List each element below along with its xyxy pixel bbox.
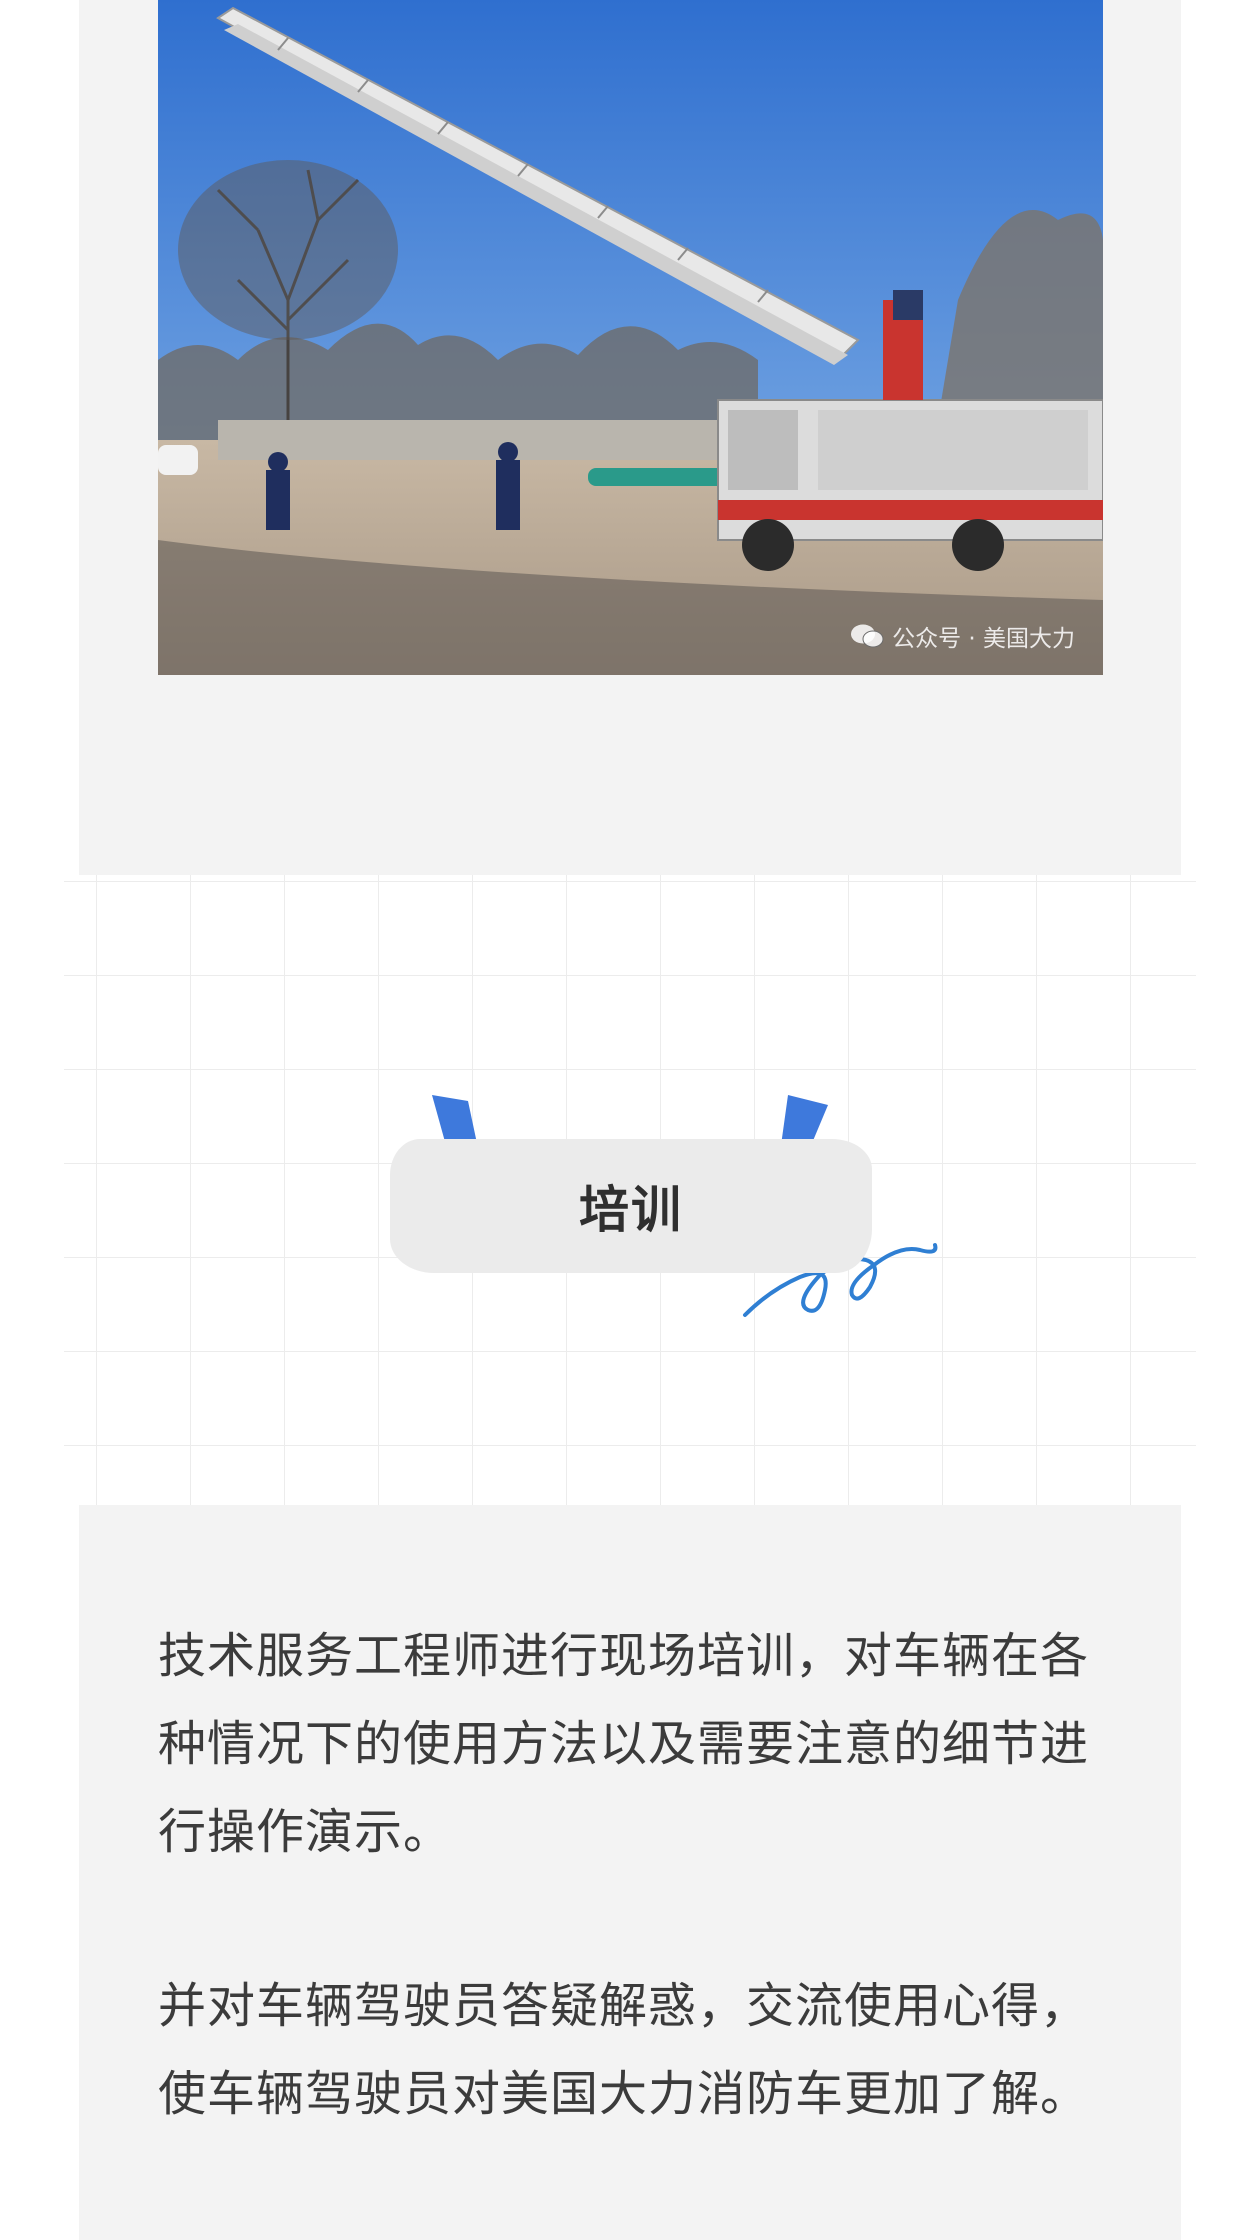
watermark: 公众号 · 美国大力 — [850, 619, 1075, 653]
fire-truck-ladder-photo[interactable]: 公众号 · 美国大力 — [158, 0, 1103, 675]
body-paragraph: 技术服务工程师进行现场培训，对车辆在各种情况下的使用方法以及需要注意的细节进行操… — [158, 1628, 1090, 1860]
article-page: 公众号 · 美国大力 培训 技术服务工程师进行现场培训，对车辆在各种情况下的使用… — [0, 0, 1260, 2240]
section-title: 培训 — [579, 1181, 683, 1239]
watermark-text: 公众号 · 美国大力 — [892, 626, 1075, 652]
wechat-icon — [850, 623, 884, 649]
section-tag: 培训 — [390, 1095, 940, 1325]
body-paragraph: 并对车辆驾驶员答疑解惑，交流使用心得，使车辆驾驶员对美国大力消防车更加了解。 — [158, 1978, 1090, 2122]
